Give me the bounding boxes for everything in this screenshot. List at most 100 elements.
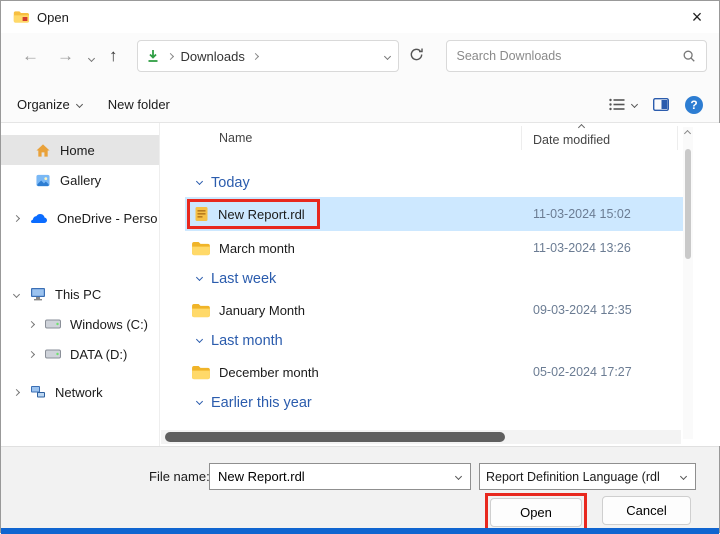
sidebar-item-label: This PC (55, 287, 101, 302)
sidebar-item-data-d[interactable]: DATA (D:) (1, 339, 159, 369)
folder-icon (191, 365, 210, 380)
dialog-footer: File name: Report Definition Language (r… (1, 446, 719, 528)
app-icon (13, 10, 29, 24)
collapse-icon[interactable] (196, 274, 203, 281)
search-input[interactable] (457, 49, 683, 63)
sidebar-item-home[interactable]: Home (1, 135, 159, 165)
column-header-name[interactable]: Name (219, 131, 252, 145)
sidebar-item-label: Windows (C:) (70, 317, 148, 332)
chevron-down-icon (88, 54, 95, 61)
file-type-combo[interactable]: Report Definition Language (rdl (479, 463, 696, 490)
sidebar-item-windows-c[interactable]: Windows (C:) (1, 309, 159, 339)
address-bar[interactable]: Downloads (137, 40, 399, 72)
expander-icon[interactable] (13, 388, 20, 395)
breadcrumb[interactable]: Downloads (181, 49, 245, 64)
horizontal-scrollbar-thumb[interactable] (165, 432, 505, 442)
organize-menu[interactable]: Organize (17, 97, 82, 112)
file-row-new-report[interactable]: New Report.rdl 11-03-2024 15:02 (185, 197, 693, 231)
help-button[interactable]: ? (685, 96, 703, 114)
group-header-last-week[interactable]: Last week (161, 265, 693, 293)
expander-icon[interactable] (28, 350, 35, 357)
scroll-up-icon[interactable] (684, 130, 691, 137)
navigation-bar: ← → ↑ Downloads (1, 33, 719, 79)
file-name-input[interactable] (210, 469, 446, 484)
expander-icon[interactable] (13, 214, 20, 221)
expander-icon[interactable] (28, 320, 35, 327)
group-label: Last month (211, 333, 283, 349)
group-label: Earlier this year (211, 395, 312, 411)
chevron-down-icon (454, 473, 461, 480)
file-name-combo[interactable] (209, 463, 471, 490)
folder-date: 05-02-2024 17:27 (533, 365, 632, 379)
file-date: 11-03-2024 15:02 (533, 207, 631, 221)
title-bar: Open × (1, 1, 719, 33)
sort-ascending-icon[interactable] (578, 124, 585, 131)
open-button[interactable]: Open (490, 498, 582, 527)
rdl-file-icon (194, 206, 209, 222)
sidebar-item-onedrive[interactable]: OneDrive - Perso (1, 203, 159, 233)
search-icon[interactable] (682, 49, 696, 63)
file-name-row: File name: Report Definition Language (r… (1, 463, 719, 491)
cancel-button[interactable]: Cancel (602, 496, 691, 525)
file-name-label: File name: (149, 469, 210, 484)
file-name-dropdown-button[interactable] (446, 474, 470, 479)
breadcrumb-separator-icon[interactable] (166, 52, 173, 59)
sidebar-item-label: Gallery (60, 173, 101, 188)
folder-name: December month (219, 365, 319, 380)
file-type-dropdown-button[interactable] (671, 474, 695, 479)
group-header-earlier-this-year[interactable]: Earlier this year (161, 389, 693, 417)
group-label: Last week (211, 271, 276, 287)
recent-locations-button[interactable] (83, 49, 100, 64)
column-divider[interactable] (677, 126, 678, 150)
address-dropdown-icon[interactable] (383, 52, 390, 59)
folder-row-january-month[interactable]: January Month 09-03-2024 12:35 (185, 293, 693, 327)
gallery-icon (35, 173, 51, 188)
collapse-icon[interactable] (196, 178, 203, 185)
forward-button[interactable]: → (48, 46, 83, 66)
annotation-red-box: Open (485, 493, 587, 532)
home-icon (35, 143, 51, 158)
up-button[interactable]: ↑ (100, 46, 127, 66)
view-controls: ? (609, 96, 703, 114)
folder-row-december-month[interactable]: December month 05-02-2024 17:27 (185, 355, 693, 389)
refresh-button[interactable] (399, 47, 434, 65)
sidebar-item-network[interactable]: Network (1, 377, 159, 407)
collapse-icon[interactable] (196, 336, 203, 343)
sidebar-item-this-pc[interactable]: This PC (1, 279, 159, 309)
folder-row-march-month[interactable]: March month 11-03-2024 13:26 (185, 231, 693, 265)
expander-icon[interactable] (13, 290, 20, 297)
file-type-value: Report Definition Language (rdl (480, 470, 671, 484)
close-button[interactable]: × (675, 1, 719, 33)
group-header-last-month[interactable]: Last month (161, 327, 693, 355)
organize-label: Organize (17, 97, 70, 112)
onedrive-icon (30, 212, 48, 224)
group-header-today[interactable]: Today (161, 169, 693, 197)
sidebar-item-label: OneDrive - Perso (57, 211, 157, 226)
new-folder-button[interactable]: New folder (108, 97, 170, 112)
breadcrumb-separator-icon[interactable] (252, 52, 259, 59)
list-view-icon (609, 98, 625, 111)
navigation-pane: Home Gallery OneDrive - Perso This PC Wi… (1, 123, 160, 446)
group-label: Today (211, 175, 250, 191)
view-mode-button[interactable] (609, 98, 637, 111)
search-box[interactable] (446, 40, 708, 72)
sidebar-item-gallery[interactable]: Gallery (1, 165, 159, 195)
vertical-scrollbar-thumb[interactable] (685, 149, 691, 259)
column-header-date-modified[interactable]: Date modified (533, 133, 610, 147)
collapse-icon[interactable] (196, 398, 203, 405)
command-bar: Organize New folder ? (1, 87, 719, 123)
folder-date: 11-03-2024 13:26 (533, 241, 631, 255)
network-icon (30, 385, 46, 399)
vertical-scrollbar[interactable] (683, 127, 693, 439)
window-title: Open (37, 10, 69, 25)
chevron-down-icon (76, 101, 83, 108)
file-listing: Today New Report.rdl 11-03-2024 15:02 Ma… (161, 155, 693, 417)
back-button[interactable]: ← (13, 46, 48, 66)
preview-pane-button[interactable] (653, 98, 669, 111)
horizontal-scrollbar[interactable] (161, 430, 681, 444)
folder-icon (191, 303, 210, 318)
column-divider[interactable] (521, 126, 522, 150)
sidebar-item-label: DATA (D:) (70, 347, 127, 362)
folder-date: 09-03-2024 12:35 (533, 303, 632, 317)
preview-pane-icon (653, 98, 669, 111)
